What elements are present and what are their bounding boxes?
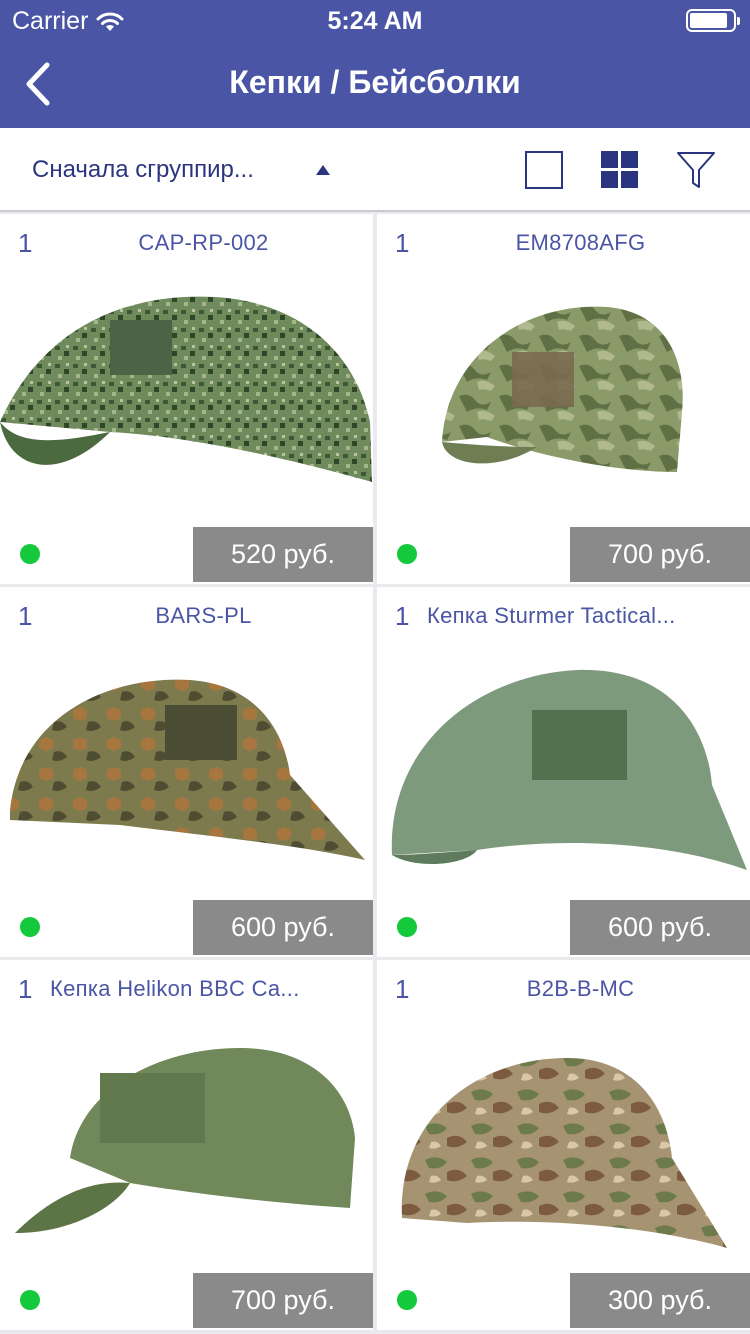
in-stock-indicator [397, 917, 417, 937]
single-view-icon[interactable] [524, 150, 564, 190]
page-title: Кепки / Бейсболки [229, 64, 521, 100]
product-image [442, 306, 683, 472]
in-stock-indicator [397, 1290, 417, 1310]
product-image [0, 296, 372, 482]
clock: 5:24 AM [327, 7, 423, 35]
price-tag: 700 руб. [193, 1273, 373, 1328]
product-name: Кепка Helikon BBC Ca... [50, 976, 300, 1001]
price-tag: 600 руб. [193, 900, 373, 955]
in-stock-indicator [20, 1290, 40, 1310]
in-stock-indicator [397, 544, 417, 564]
product-name: EM8708AFG [515, 230, 646, 255]
navigation-bar: Carrier 5:24 AM Кепки / Бейсболки [0, 0, 750, 128]
filter-icon[interactable] [676, 150, 716, 190]
product-card[interactable]: 1 Кепка Helikon BBC Ca... 700 руб. [0, 960, 373, 1330]
quantity-label: 1 [18, 974, 33, 1004]
quantity-label: 1 [395, 601, 410, 631]
product-image [391, 669, 747, 870]
product-name: CAP-RP-002 [138, 230, 269, 255]
product-name: B2B-B-MC [526, 976, 635, 1001]
price-tag: 600 руб. [570, 900, 750, 955]
product-card[interactable]: 1 BARS-PL 600 руб. [0, 587, 373, 957]
in-stock-indicator [20, 917, 40, 937]
product-card[interactable]: 1 EM8708AFG 700 руб. [377, 214, 750, 584]
in-stock-indicator [20, 544, 40, 564]
sort-dropdown[interactable]: Сначала сгруппир... [32, 156, 254, 184]
quantity-label: 1 [18, 601, 33, 631]
sort-arrow-up-icon[interactable] [315, 164, 331, 176]
grid-view-icon[interactable] [600, 150, 640, 190]
product-card[interactable]: 1 Кепка Sturmer Tactical... 600 руб. [377, 587, 750, 957]
quantity-label: 1 [18, 228, 33, 258]
price-tag: 520 руб. [193, 527, 373, 582]
product-name: BARS-PL [155, 603, 252, 628]
battery-icon [686, 9, 740, 32]
product-image [10, 679, 365, 860]
product-name: Кепка Sturmer Tactical... [427, 603, 676, 628]
status-bar: Carrier 5:24 AM [0, 0, 750, 40]
chevron-left-icon [26, 62, 50, 106]
price-tag: 300 руб. [570, 1273, 750, 1328]
product-card[interactable]: 1 B2B-B-MC 300 руб. [377, 960, 750, 1330]
product-image [401, 1058, 727, 1248]
product-image [15, 1048, 355, 1233]
quantity-label: 1 [395, 228, 410, 258]
product-grid: 1 CAP-RP-002 520 руб. 1 EM8708AFG 700 ру… [0, 212, 750, 1334]
product-card[interactable]: 1 CAP-RP-002 520 руб. [0, 214, 373, 584]
price-tag: 700 руб. [570, 527, 750, 582]
back-button[interactable] [8, 52, 68, 116]
quantity-label: 1 [395, 974, 410, 1004]
